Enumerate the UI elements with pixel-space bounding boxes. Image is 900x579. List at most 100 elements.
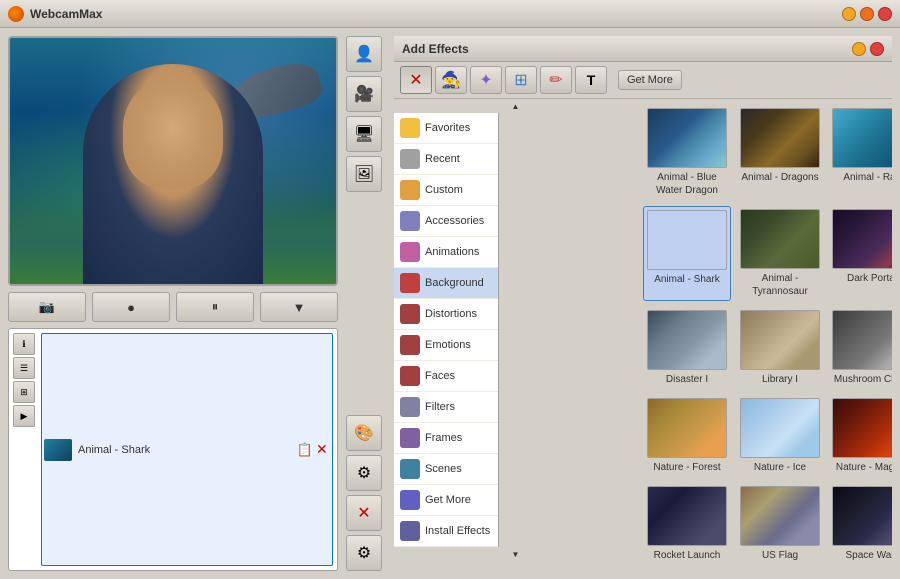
copy-effect-btn[interactable]: 📋 — [297, 442, 313, 458]
category-icon-frames — [400, 428, 420, 448]
category-item-frames[interactable]: Frames — [394, 423, 498, 454]
minimize-button[interactable] — [842, 7, 856, 21]
category-item-faces[interactable]: Faces — [394, 361, 498, 392]
effect-cell-dark-portal[interactable]: Dark Portal — [829, 206, 892, 301]
category-icon-custom — [400, 180, 420, 200]
remove-side-btn[interactable]: ✕ — [346, 495, 382, 531]
info-icon-btn[interactable]: ℹ — [13, 333, 35, 355]
category-label-recent: Recent — [425, 153, 460, 165]
edit-effect-btn[interactable]: ✏ — [540, 66, 572, 94]
effect-cell-flag[interactable]: US Flag — [737, 483, 823, 565]
photo-side-btn[interactable]: 🖼 — [346, 156, 382, 192]
effects-grid-area: Animal - Blue Water Dragon Animal - Drago… — [637, 99, 892, 571]
effect-thumb-nature-magma — [832, 398, 892, 458]
effect-thumb-mushroom — [832, 310, 892, 370]
category-label-emotions: Emotions — [425, 339, 471, 351]
grid-icon-btn[interactable]: ⊞ — [13, 381, 35, 403]
category-item-filters[interactable]: Filters — [394, 392, 498, 423]
effect-label-space: Space Walk — [846, 549, 893, 562]
sparkle-effect-btn[interactable]: ✦ — [470, 66, 502, 94]
settings-side-btn[interactable]: ⚙ — [346, 455, 382, 491]
category-item-animations[interactable]: Animations — [394, 237, 498, 268]
category-scroll-down[interactable]: ▼ — [394, 547, 637, 561]
effect-cell-library[interactable]: Library I — [737, 307, 823, 389]
video-background — [10, 38, 336, 284]
category-item-install[interactable]: Install Effects — [394, 516, 498, 547]
effect-cell-nature-forest[interactable]: Nature - Forest — [643, 395, 731, 477]
category-item-get-more[interactable]: Get More — [394, 485, 498, 516]
film-icon-btn[interactable]: ▶ — [13, 405, 35, 427]
category-item-custom[interactable]: Custom — [394, 175, 498, 206]
effect-cell-nature-magma[interactable]: Nature - Magma — [829, 395, 892, 477]
effect-label-disaster: Disaster I — [666, 373, 708, 386]
wand-effect-btn[interactable]: 🧙 — [435, 66, 467, 94]
delete-effect-btn[interactable]: ✕ — [400, 66, 432, 94]
list-icon-btn[interactable]: ☰ — [13, 357, 35, 379]
category-item-background[interactable]: Background — [394, 268, 498, 299]
left-panel: 📷 ● ⏸ ▼ ℹ ☰ ⊞ ▶ Animal - Shark — [8, 36, 338, 571]
category-item-accessories[interactable]: Accessories — [394, 206, 498, 237]
close-button[interactable] — [878, 7, 892, 21]
middle-sidebar: 👤 🎥 🖥 🖼 🎨 ⚙ ✕ ⚙ — [346, 36, 386, 571]
effects-minimize-btn[interactable] — [852, 42, 866, 56]
screen-side-btn[interactable]: 🖥 — [346, 116, 382, 152]
title-bar: WebcamMax — [0, 0, 900, 28]
title-bar-controls — [842, 7, 892, 21]
effects-body: ▲ Favorites Recent Custom Accessories Animat… — [394, 99, 892, 571]
add-effect-btn[interactable]: ⊞ — [505, 66, 537, 94]
active-effect-row[interactable]: Animal - Shark 📋 ✕ — [41, 333, 333, 566]
category-item-scenes[interactable]: Scenes — [394, 454, 498, 485]
effect-cell-trex[interactable]: Animal - Tyrannosaur — [737, 206, 823, 301]
effects-toolbar: ✕ 🧙 ✦ ⊞ ✏ T Get More — [394, 62, 892, 99]
effects-grid: Animal - Blue Water Dragon Animal - Drago… — [643, 105, 886, 565]
category-list: Favorites Recent Custom Accessories Animatio… — [394, 113, 499, 547]
category-label-background: Background — [425, 277, 484, 289]
category-icon-install — [400, 521, 420, 541]
effect-cell-shark[interactable]: Animal - Shark — [643, 206, 731, 301]
category-item-emotions[interactable]: Emotions — [394, 330, 498, 361]
remove-effect-btn[interactable]: ✕ — [316, 442, 330, 456]
gear-side-btn[interactable]: ⚙ — [346, 535, 382, 571]
category-item-distortions[interactable]: Distortions — [394, 299, 498, 330]
effect-label-nature-forest: Nature - Forest — [653, 461, 720, 474]
effect-cell-nature-ice[interactable]: Nature - Ice — [737, 395, 823, 477]
effect-label-shark: Animal - Shark — [654, 273, 720, 286]
effect-cell-space[interactable]: Space Walk — [829, 483, 892, 565]
category-label-filters: Filters — [425, 401, 455, 413]
effect-thumb-nature-forest — [647, 398, 727, 458]
video-side-btn[interactable]: 🎥 — [346, 76, 382, 112]
effects-close-btn[interactable] — [870, 42, 884, 56]
category-icon-faces — [400, 366, 420, 386]
download-button[interactable]: ▼ — [260, 292, 338, 322]
get-more-btn[interactable]: Get More — [618, 70, 682, 90]
category-icon-recent — [400, 149, 420, 169]
record-button[interactable]: ● — [92, 292, 170, 322]
effect-cell-dragons[interactable]: Animal - Dragons — [737, 105, 823, 200]
camera-button[interactable]: 📷 — [8, 292, 86, 322]
effects-title: Add Effects — [402, 42, 469, 56]
category-item-favorites[interactable]: Favorites — [394, 113, 498, 144]
effect-cell-disaster[interactable]: Disaster I — [643, 307, 731, 389]
active-effect-name: Animal - Shark — [78, 444, 291, 456]
effect-cell-rocket[interactable]: Rocket Launch — [643, 483, 731, 565]
effect-cell-mushroom[interactable]: Mushroom Cloud — [829, 307, 892, 389]
category-item-recent[interactable]: Recent — [394, 144, 498, 175]
category-label-accessories: Accessories — [425, 215, 484, 227]
effect-thumb-flag — [740, 486, 820, 546]
effect-thumb-disaster — [647, 310, 727, 370]
effect-list-panel: ℹ ☰ ⊞ ▶ Animal - Shark 📋 ✕ — [8, 328, 338, 571]
effect-cell-ray[interactable]: Animal - Ray — [829, 105, 892, 200]
effects-title-bar: Add Effects — [394, 36, 892, 62]
effect-label-dragons: Animal - Dragons — [741, 171, 818, 184]
paint-side-btn[interactable]: 🎨 — [346, 415, 382, 451]
text-effect-btn[interactable]: T — [575, 66, 607, 94]
effect-cell-blue-water-dragon[interactable]: Animal - Blue Water Dragon — [643, 105, 731, 200]
pause-button[interactable]: ⏸ — [176, 292, 254, 322]
effects-title-controls — [852, 42, 884, 56]
category-label-distortions: Distortions — [425, 308, 477, 320]
maximize-button[interactable] — [860, 7, 874, 21]
user-side-btn[interactable]: 👤 — [346, 36, 382, 72]
effect-thumb-nature-ice — [740, 398, 820, 458]
category-label-scenes: Scenes — [425, 463, 462, 475]
category-scroll-up[interactable]: ▲ — [394, 99, 637, 113]
